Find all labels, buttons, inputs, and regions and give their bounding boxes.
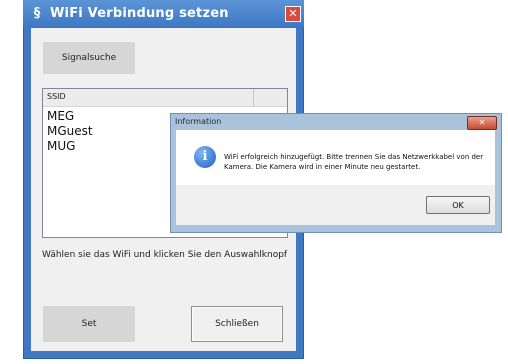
list-items: MEG MGuest MUG [47, 109, 93, 154]
set-button[interactable]: Set [43, 306, 135, 342]
dialog-message: WiFi erfolgreich hinzugefügt. Bitte tren… [224, 153, 484, 171]
dialog-footer: OK [176, 185, 495, 225]
instruction-text: Wählen sie das WiFi und klicken Sie den … [42, 250, 288, 260]
ok-button[interactable]: OK [426, 196, 490, 214]
list-item[interactable]: MUG [47, 139, 93, 154]
dialog-close-button[interactable]: ✕ [467, 116, 497, 130]
schliessen-button[interactable]: Schließen [191, 306, 283, 342]
dialog-body: i WiFi erfolgreich hinzugefügt. Bitte tr… [176, 130, 495, 185]
list-item[interactable]: MGuest [47, 124, 93, 139]
window-title: WiFi Verbindung setzen [50, 6, 229, 21]
title-bar[interactable]: § WiFi Verbindung setzen ✕ [23, 0, 304, 28]
list-header[interactable]: SSID [43, 89, 287, 107]
close-button[interactable]: ✕ [285, 6, 301, 22]
app-logo-icon: § [33, 6, 41, 21]
ssid-column-header[interactable]: SSID [47, 92, 66, 101]
list-item[interactable]: MEG [47, 109, 93, 124]
signalsuche-button[interactable]: Signalsuche [43, 42, 135, 74]
information-dialog: Information ✕ i WiFi erfolgreich hinzuge… [170, 113, 502, 233]
dialog-title: Information [175, 117, 222, 126]
column-separator[interactable] [253, 89, 254, 106]
info-icon: i [194, 146, 216, 168]
